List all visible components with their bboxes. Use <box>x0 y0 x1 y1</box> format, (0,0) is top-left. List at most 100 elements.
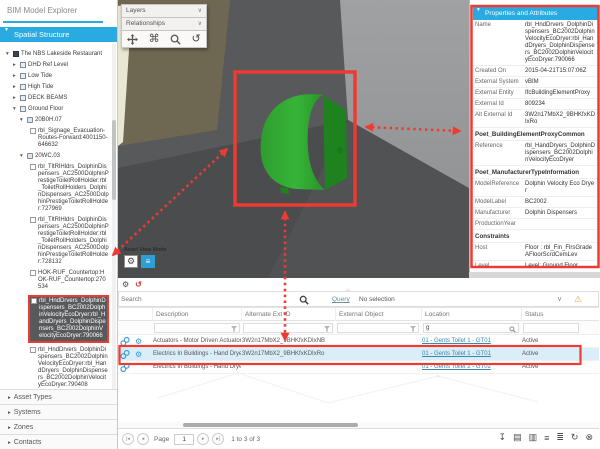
gear-view-button[interactable]: ⚙ <box>124 255 138 268</box>
columns-icon[interactable]: ▥ <box>529 432 538 443</box>
close-icon[interactable]: ⊗ <box>585 432 593 443</box>
link-icon[interactable] <box>120 336 130 347</box>
tree-node-zone[interactable]: ▾ 20WC.03 <box>20 153 109 160</box>
query-link[interactable]: Query <box>332 296 350 303</box>
reset-icon[interactable]: ↺ <box>135 280 142 289</box>
location-filter[interactable] <box>423 323 519 333</box>
table-settings-icon[interactable]: ⚙ <box>122 280 129 289</box>
tree-node-building[interactable]: ▾ The NBS Lakeside Restaurant <box>6 51 109 58</box>
status-filter[interactable] <box>523 323 579 333</box>
tree-node-level[interactable]: ▸ DECK BEAMS <box>13 95 109 102</box>
chevron-down-icon[interactable]: ∨ <box>557 295 562 303</box>
export-icon[interactable]: ↧ <box>499 432 507 443</box>
alternate-ext-id-filter-input[interactable] <box>246 324 308 332</box>
location-link[interactable]: 01 - Gents Toilet 2 - GT02 <box>422 364 491 370</box>
pan-icon[interactable] <box>127 34 138 45</box>
property-row: External Id809234 <box>473 99 598 110</box>
location-filter-input[interactable] <box>426 324 492 332</box>
rotate-icon[interactable]: ↺ <box>192 34 201 45</box>
collapsed-arrow-icon[interactable]: ▸ <box>13 73 20 80</box>
viewport-toolbar: ⌘ ↺ <box>121 30 207 48</box>
collapsed-arrow-icon[interactable]: ▸ <box>13 62 20 69</box>
funnel-icon[interactable] <box>324 326 330 332</box>
tree-node-zone[interactable]: ▾ 20B0H.07 <box>20 117 109 124</box>
list-icon[interactable]: ≡ <box>544 433 549 443</box>
page-input[interactable] <box>174 434 194 445</box>
expanded-arrow-icon[interactable]: ▾ <box>20 153 27 160</box>
column-header-alternate-ext-id[interactable]: Alternate Ext ID <box>241 308 336 322</box>
relationships-dropdown[interactable]: Relationships ∨ <box>121 17 207 30</box>
link-icon[interactable] <box>120 362 130 373</box>
tree-node-level[interactable]: ▸ Low Tide <box>13 73 109 80</box>
last-page-button[interactable]: ▸| <box>212 433 224 445</box>
tree-node-level[interactable]: ▾ Ground Floor <box>13 106 109 113</box>
collapse-arrow-icon: ▾ <box>477 7 484 14</box>
tree-node-asset[interactable]: HOK-RUF_Countertop:HOK-RUF_Countertop:27… <box>30 270 109 291</box>
description-filter-input[interactable] <box>157 324 216 332</box>
tree-node-asset[interactable]: rbl_TltRlHldrs_DolphinDispensers_AC2500D… <box>30 164 109 213</box>
funnel-icon[interactable] <box>410 326 416 332</box>
external-object-filter[interactable] <box>337 323 419 333</box>
tree-node-asset-selected[interactable]: rbl_HndDrvers_DolphinDispensers_BC2002Do… <box>28 295 109 343</box>
table-row[interactable]: ⚙ Actuators - Motor Driven Actuators 3W2… <box>118 335 599 348</box>
search-input[interactable] <box>121 293 291 305</box>
spatial-structure-header[interactable]: ▾ Spatial Structure <box>0 27 117 42</box>
search-icon[interactable] <box>299 295 309 305</box>
list-view-button[interactable]: ≡ <box>141 255 155 268</box>
zoom-icon[interactable] <box>170 34 181 45</box>
collapsed-arrow-icon[interactable]: ▸ <box>13 84 20 91</box>
column-header-actions <box>118 308 152 322</box>
gear-icon[interactable]: ⚙ <box>135 349 142 360</box>
properties-header[interactable]: ▾ Properties and Attributes <box>473 7 598 20</box>
orbit-icon[interactable]: ⌘ <box>149 34 160 45</box>
expanded-arrow-icon[interactable]: ▾ <box>6 51 13 58</box>
collapsed-arrow-icon[interactable]: ▸ <box>13 95 20 102</box>
next-page-button[interactable]: ▸ <box>197 433 209 445</box>
layers-dropdown[interactable]: Layers ∨ <box>121 4 207 17</box>
expanded-arrow-icon[interactable]: ▾ <box>20 117 27 124</box>
asset-icon <box>30 347 36 353</box>
print-icon[interactable]: ▤ <box>513 432 522 443</box>
external-object-filter-input[interactable] <box>340 324 396 332</box>
column-header-description[interactable]: Description <box>152 308 242 322</box>
column-header-external-object[interactable]: External Object <box>335 308 422 322</box>
location-link[interactable]: 01 - Gents Toilet 1 - GT01 <box>422 351 491 357</box>
table-row[interactable]: Electrics In Buildings - Hand Dryer 01 -… <box>118 361 599 374</box>
description-filter[interactable] <box>154 323 240 333</box>
funnel-icon[interactable] <box>231 326 237 332</box>
first-page-button[interactable]: |◂ <box>122 433 134 445</box>
refresh-icon[interactable]: ↻ <box>571 432 579 443</box>
spatial-tree: ▾ The NBS Lakeside Restaurant ▸ DHD Ref … <box>0 44 111 389</box>
level-icon <box>20 106 26 112</box>
tree-node-level[interactable]: ▸ High Tide <box>13 84 109 91</box>
property-row: HostFloor : rbl_Fin_FlrsGradeAFloorScrdC… <box>473 243 598 261</box>
status-filter-input[interactable] <box>526 324 564 332</box>
alternate-ext-id-filter[interactable] <box>243 323 333 333</box>
location-link[interactable]: 01 - Gents Toilet 1 - GT01 <box>422 338 491 344</box>
column-header-location[interactable]: Location <box>421 308 521 322</box>
filter-rows-icon[interactable]: ≣ <box>556 432 564 443</box>
table-header-row: Description Alternate Ext ID External Ob… <box>118 307 599 321</box>
asset-view-mode-label: Asset View Mode <box>124 247 166 253</box>
accordion-contacts[interactable]: ▸Contacts <box>0 434 117 449</box>
accordion-zones[interactable]: ▸Zones <box>0 419 117 434</box>
table-row-selected[interactable]: ⚙ Electrics In Buildings - Hand Dryer 3W… <box>118 348 599 361</box>
prev-page-button[interactable]: ◂ <box>137 433 149 445</box>
query-select[interactable]: No selection <box>355 293 561 306</box>
tree-scrollbar[interactable] <box>112 44 116 389</box>
column-header-status[interactable]: Status <box>521 308 581 322</box>
tree-node-level[interactable]: ▸ DHD Ref Level <box>13 62 109 69</box>
search-icon[interactable] <box>509 326 516 333</box>
tree-node-asset[interactable]: rbl_Signage_Evacuation-Routes-Forward:40… <box>30 128 109 149</box>
tree-node-asset[interactable]: rbl_HndDrvers_DolphinDispensers_BC2002Do… <box>30 347 109 389</box>
link-icon[interactable] <box>120 349 130 360</box>
accordion-systems[interactable]: ▸Systems <box>0 404 117 419</box>
gear-icon[interactable]: ⚙ <box>135 336 142 347</box>
expanded-arrow-icon[interactable]: ▾ <box>13 106 20 113</box>
level-icon <box>20 95 26 101</box>
accordion-asset-types[interactable]: ▸Asset Types <box>0 389 117 404</box>
property-row: External SystemvBIM <box>473 77 598 88</box>
tree-node-asset[interactable]: rbl_TltRlHldrs_DolphinDispensers_AC2500D… <box>30 217 109 266</box>
tree-scrollbar-thumb[interactable] <box>112 120 116 200</box>
horizontal-scrollbar-thumb[interactable] <box>183 423 358 427</box>
